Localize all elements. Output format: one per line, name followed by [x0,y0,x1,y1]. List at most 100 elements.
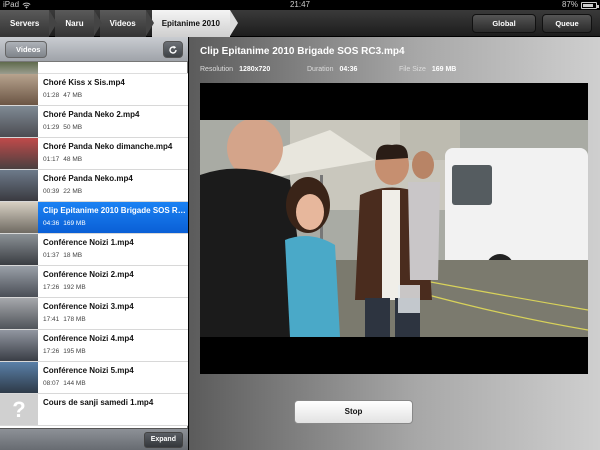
battery-percent: 87% [561,0,578,9]
file-list-panel: Videos Choré Kiss x Sis.mp4 01:28 47 MB Cho… [0,37,188,450]
resolution-label: Resolution [200,66,234,73]
file-name: Clip Epitanime 2010 Brigade SOS RC3... [43,206,188,215]
resolution-info: Resolution 1280x720 [200,66,270,73]
file-duration: 17:26 [43,348,60,355]
list-item[interactable]: Conférence Noizi 1.mp4 01:37 18 MB [0,234,188,266]
refresh-icon [169,45,177,54]
clock: 21:47 [289,0,311,9]
file-name: Choré Panda Neko dimanche.mp4 [43,142,173,151]
file-name: Conférence Noizi 2.mp4 [43,270,134,279]
duration-value: 04:36 [339,66,358,73]
status-bar: iPad 21:47 87% [0,0,600,10]
breadcrumb-naru[interactable]: Naru [55,10,102,37]
file-info: Conférence Noizi 1.mp4 01:37 18 MB [38,234,188,265]
expand-button[interactable]: Expand [143,432,183,448]
file-size: 195 MB [63,348,86,355]
file-name: Choré Panda Neko.mp4 [43,174,133,183]
file-duration: 01:29 [43,124,60,131]
video-detail-panel: Clip Epitanime 2010 Brigade SOS RC3.mp4 … [189,37,600,450]
video-thumbnail [0,362,38,393]
video-thumbnail [0,202,38,233]
video-thumbnail [0,234,38,265]
file-duration: 04:36 [43,220,60,227]
list-item[interactable]: Conférence Noizi 5.mp4 08:07 144 MB [0,362,188,394]
file-meta: 01:37 18 MB [43,252,188,259]
video-thumbnail [0,106,38,137]
file-list[interactable]: Choré Kiss x Sis.mp4 01:28 47 MB Choré Pand… [0,62,188,428]
file-size: 144 MB [63,380,86,387]
file-meta: 17:41 178 MB [43,316,188,323]
file-duration: 01:37 [43,252,60,259]
file-name: Choré Panda Neko 2.mp4 [43,110,140,119]
video-frame-image [200,120,588,337]
file-meta: 01:28 47 MB [43,92,188,99]
file-size: 47 MB [63,92,83,99]
file-size: 169 MB [63,220,86,227]
file-duration: 00:39 [43,188,60,195]
file-size: 48 MB [63,156,83,163]
file-info: Conférence Noizi 4.mp4 17:26 195 MB [38,330,188,361]
question-mark-icon: ? [0,394,38,425]
video-thumbnail [0,298,38,329]
video-title: Clip Epitanime 2010 Brigade SOS RC3.mp4 [200,46,405,57]
file-meta: 01:17 48 MB [43,156,188,163]
refresh-button[interactable] [163,41,183,58]
list-item[interactable]: ? Cours de sanji samedi 1.mp4 [0,394,188,426]
file-name: Conférence Noizi 4.mp4 [43,334,134,343]
list-item[interactable]: Choré Panda Neko 2.mp4 01:29 50 MB [0,106,188,138]
file-duration: 17:26 [43,284,60,291]
video-thumbnail [0,330,38,361]
list-item-selected[interactable]: Clip Epitanime 2010 Brigade SOS RC3... 04… [0,202,188,234]
resolution-value: 1280x720 [239,66,271,73]
global-settings-button[interactable]: Global Settings [472,14,536,45]
file-name: Choré Kiss x Sis.mp4 [43,78,125,87]
file-meta: 04:36 169 MB [43,220,188,227]
breadcrumb: Servers Naru Videos Epitanime 2010 [0,10,239,37]
back-button[interactable]: Videos [5,41,48,58]
file-info: Conférence Noizi 2.mp4 17:26 192 MB [38,266,188,297]
duration-label: Duration [307,66,334,73]
list-item[interactable]: Conférence Noizi 4.mp4 17:26 195 MB [0,330,188,362]
file-meta: 08:07 144 MB [43,380,188,387]
file-duration: 01:28 [43,92,60,99]
file-list-header: Videos [0,37,188,62]
file-size: 50 MB [63,124,83,131]
file-list-footer: Expand [0,428,188,450]
file-info: Cours de sanji samedi 1.mp4 [38,394,188,425]
queue-button[interactable]: Queue [542,14,592,33]
file-duration: 08:07 [43,380,60,387]
file-name: Conférence Noizi 5.mp4 [43,366,134,375]
list-item[interactable]: Choré Kiss x Sis.mp4 01:28 47 MB [0,74,188,106]
file-meta: 01:29 50 MB [43,124,188,131]
navigation-bar: Servers Naru Videos Epitanime 2010 Globa… [0,10,600,45]
file-meta: 17:26 192 MB [43,284,188,291]
file-meta: 00:39 22 MB [43,188,188,195]
file-size: 22 MB [63,188,83,195]
file-size-label: File Size [399,66,426,73]
video-thumbnail [0,170,38,201]
file-size: 192 MB [63,284,86,291]
file-size: 18 MB [63,252,83,259]
file-size: 178 MB [63,316,86,323]
file-name: Cours de sanji samedi 1.mp4 [43,398,154,407]
file-duration: 17:41 [43,316,60,323]
battery-icon [581,1,599,9]
breadcrumb-epitanime-2010[interactable]: Epitanime 2010 [151,10,239,37]
file-meta: 17:26 195 MB [43,348,188,355]
list-item-partial[interactable] [0,62,188,74]
list-item[interactable]: Choré Panda Neko dimanche.mp4 01:17 48 MB [0,138,188,170]
breadcrumb-videos[interactable]: Videos [99,10,154,37]
video-frame [200,120,588,337]
duration-info: Duration 04:36 [307,66,357,73]
video-player[interactable] [200,83,588,374]
breadcrumb-servers[interactable]: Servers [0,10,58,37]
video-thumbnail [0,138,38,169]
stop-button[interactable]: Stop [294,400,413,424]
file-info: Choré Kiss x Sis.mp4 01:28 47 MB [38,74,188,105]
file-name: Conférence Noizi 3.mp4 [43,302,134,311]
file-info: Choré Panda Neko.mp4 00:39 22 MB [38,170,188,201]
list-item[interactable]: Conférence Noizi 3.mp4 17:41 178 MB [0,298,188,330]
video-thumbnail [0,62,38,74]
list-item[interactable]: Conférence Noizi 2.mp4 17:26 192 MB [0,266,188,298]
list-item[interactable]: Choré Panda Neko.mp4 00:39 22 MB [0,170,188,202]
